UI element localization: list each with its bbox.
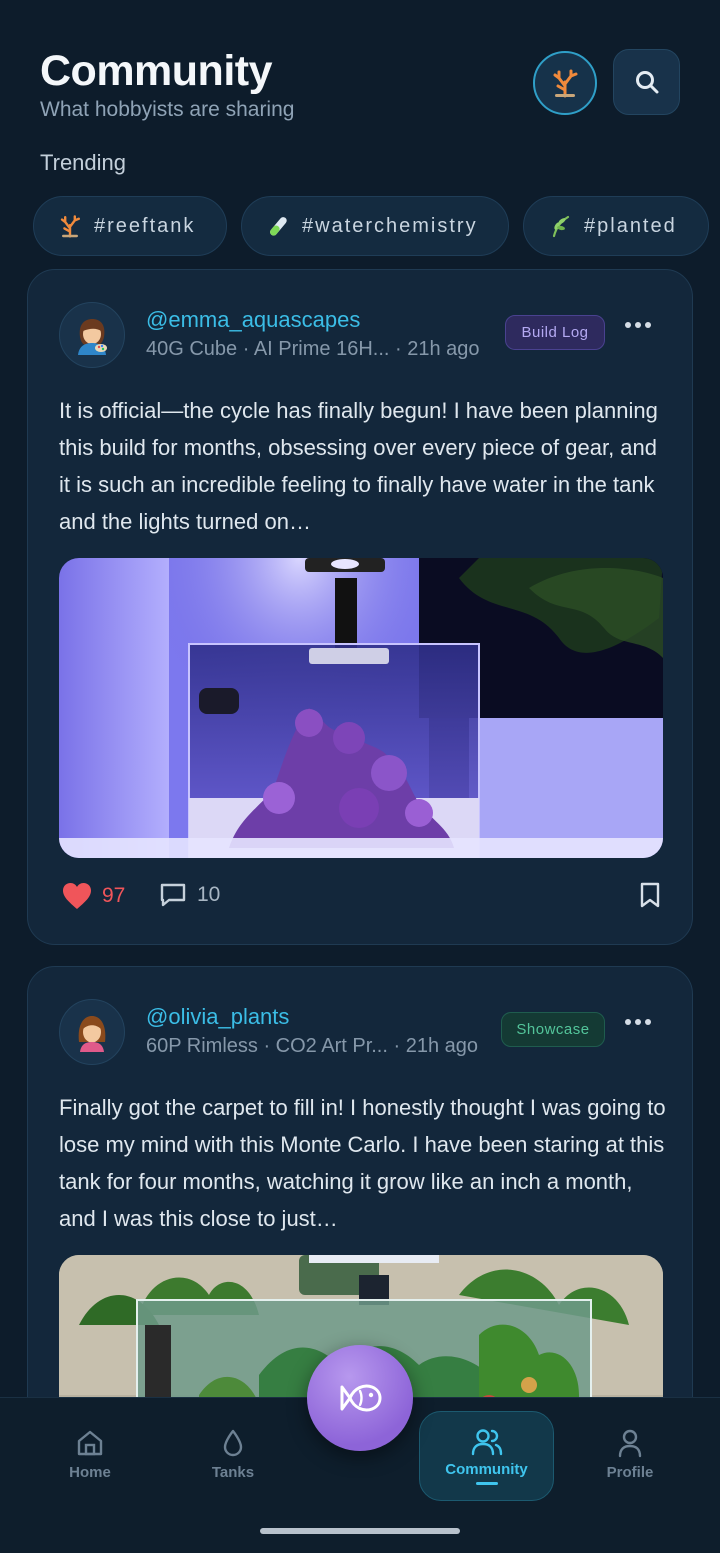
profile-icon — [618, 1429, 642, 1458]
chip-label: #planted — [584, 214, 677, 237]
chip-label: #waterchemistry — [302, 214, 478, 237]
post-time: · 21h ago — [393, 1035, 479, 1057]
search-icon — [635, 71, 658, 94]
woman-icon — [78, 1016, 106, 1052]
heart-icon — [63, 883, 91, 909]
post-image[interactable] — [59, 558, 663, 858]
bookmark-icon — [640, 882, 660, 908]
comment-icon — [160, 883, 186, 907]
chip-waterchemistry[interactable]: #waterchemistry — [241, 196, 509, 256]
chip-planted[interactable]: #planted — [523, 196, 709, 256]
post-meta: 60P Rimless · CO2 Art Pr... · 21h ago — [146, 1035, 478, 1058]
avatar[interactable] — [59, 999, 125, 1065]
post-text[interactable]: It is official—the cycle has finally beg… — [59, 392, 669, 540]
fish-fab-button[interactable] — [307, 1345, 413, 1451]
more-options-button[interactable] — [625, 322, 651, 328]
test-tube-icon — [270, 217, 287, 236]
more-options-button[interactable] — [625, 1019, 651, 1025]
search-button[interactable] — [613, 49, 680, 115]
user-avatar-button[interactable] — [533, 51, 597, 115]
nav-label: Community — [445, 1461, 528, 1478]
fish-icon — [340, 1384, 382, 1412]
post-text[interactable]: Finally got the carpet to fill in! I hon… — [59, 1089, 669, 1237]
like-count: 97 — [102, 884, 126, 907]
users-icon — [471, 1429, 502, 1456]
page-title: Community — [40, 47, 273, 95]
active-indicator — [475, 1482, 498, 1485]
post-actions: 97 10 — [59, 882, 663, 918]
post-username[interactable]: @olivia_plants — [146, 1004, 289, 1030]
post-badge: Showcase — [501, 1012, 605, 1047]
nav-label: Profile — [606, 1464, 654, 1481]
coral-icon — [553, 69, 578, 98]
comment-button[interactable]: 10 — [159, 882, 220, 908]
post-time: · 21h ago — [395, 338, 480, 360]
home-icon — [77, 1430, 103, 1456]
post-card[interactable]: @emma_aquascapes 40G Cube · AI Prime 16H… — [27, 269, 693, 945]
nav-home[interactable]: Home — [62, 1428, 118, 1481]
woman-artist-icon — [78, 319, 107, 355]
nav-community[interactable]: Community — [419, 1411, 554, 1501]
page-header: Community What hobbyists are sharing — [40, 46, 294, 122]
post-meta: 40G Cube · AI Prime 16H... · 21h ago — [146, 338, 480, 361]
avatar[interactable] — [59, 302, 125, 368]
bookmark-button[interactable] — [639, 882, 661, 908]
plant-icon — [552, 215, 570, 238]
chip-reeftank[interactable]: #reeftank — [33, 196, 227, 256]
page-subtitle: What hobbyists are sharing — [40, 98, 295, 121]
nav-label: Home — [69, 1464, 111, 1481]
chip-label: #reeftank — [94, 214, 196, 237]
home-indicator — [260, 1528, 460, 1534]
post-tank: 40G Cube · AI Prime 16H... — [146, 338, 390, 360]
post-username[interactable]: @emma_aquascapes — [146, 307, 360, 333]
post-badge: Build Log — [505, 315, 605, 350]
like-button[interactable]: 97 — [62, 882, 125, 910]
comment-count: 10 — [197, 883, 221, 906]
nav-profile[interactable]: Profile — [600, 1428, 660, 1481]
reef-tank-image — [59, 558, 663, 858]
post-tank: 60P Rimless · CO2 Art Pr... — [146, 1035, 388, 1057]
trending-label: Trending — [40, 150, 127, 175]
nav-tanks[interactable]: Tanks — [204, 1428, 262, 1481]
water-drop-icon — [223, 1429, 243, 1457]
nav-label: Tanks — [211, 1464, 255, 1481]
trending-chips: #reeftank #waterchemistry #planted — [33, 196, 709, 256]
coral-icon — [60, 215, 80, 238]
